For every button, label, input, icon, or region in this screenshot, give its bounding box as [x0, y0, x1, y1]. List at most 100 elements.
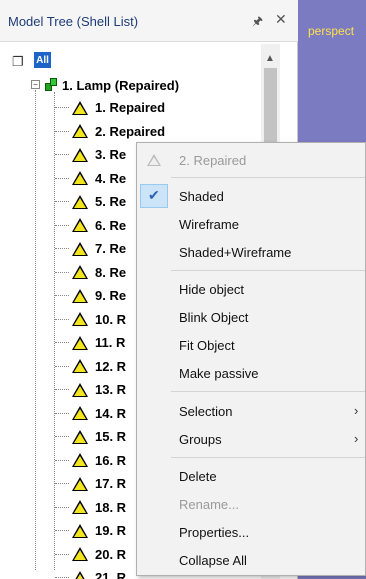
- menu-separator: [171, 177, 365, 178]
- tree-item[interactable]: 17. R: [72, 472, 126, 495]
- tree-item-label: 9. Re: [95, 288, 127, 303]
- tree-item[interactable]: 7. Re: [72, 237, 126, 260]
- menu-item-label: Wireframe: [179, 217, 239, 232]
- tree-connector: [55, 412, 69, 414]
- shell-icon: [72, 335, 88, 350]
- viewport-label: perspect: [308, 24, 355, 38]
- scroll-up-icon[interactable]: ▲: [265, 53, 275, 64]
- tree-item[interactable]: 13. R: [72, 378, 126, 401]
- tree-item[interactable]: 18. R: [72, 496, 126, 519]
- tree-item-label: 2. Repaired: [95, 123, 166, 139]
- tree-item[interactable]: 5. Re: [72, 190, 126, 213]
- shell-icon: [72, 124, 88, 138]
- tree-item[interactable]: 21. R: [72, 566, 126, 579]
- shell-icon: [72, 100, 88, 115]
- menu-item-selection[interactable]: Selection ›: [137, 398, 365, 424]
- menu-separator: [171, 457, 365, 458]
- tree-connector: [55, 577, 69, 578]
- menu-item-hide-object[interactable]: Hide object: [137, 276, 365, 302]
- tree-item[interactable]: 6. Re: [72, 214, 126, 237]
- shell-icon: [72, 523, 88, 538]
- shell-icon: [72, 382, 88, 397]
- tree-item[interactable]: 4. Re: [72, 167, 126, 190]
- menu-item-properties[interactable]: Properties...: [137, 519, 365, 545]
- shell-icon: [72, 547, 88, 561]
- tree-connector: [55, 506, 69, 508]
- tree-item-label: 5. Re: [95, 194, 127, 209]
- tree-item[interactable]: 14. R: [72, 402, 126, 425]
- tree-item[interactable]: 16. R: [72, 449, 126, 472]
- menu-item-collapse-all[interactable]: Collapse All: [137, 547, 365, 573]
- menu-item-fit-object[interactable]: Fit Object: [137, 332, 365, 358]
- shell-icon: [72, 406, 88, 420]
- submenu-arrow-icon: ›: [354, 403, 359, 418]
- tree-item-label: 14. R: [95, 405, 127, 421]
- menu-item-rename: Rename...: [137, 491, 365, 517]
- menu-item-groups[interactable]: Groups ›: [137, 426, 365, 452]
- menu-item-label: Selection: [179, 404, 233, 419]
- tree-item-label: 4. Re: [95, 170, 127, 186]
- menu-item-label: Blink Object: [179, 310, 249, 325]
- tree-item[interactable]: 2. Repaired: [72, 120, 165, 143]
- menu-item-delete[interactable]: Delete: [137, 463, 365, 489]
- shell-icon: [72, 147, 88, 162]
- tree-item[interactable]: 1. Repaired: [72, 96, 165, 119]
- tree-item-label: 7. Re: [95, 241, 127, 256]
- tree-connector: [55, 553, 69, 555]
- tree-item[interactable]: 20. R: [72, 543, 126, 566]
- shell-icon: [72, 288, 88, 303]
- tree-connector: [55, 389, 69, 390]
- tree-item[interactable]: 11. R: [72, 331, 125, 354]
- tree-item[interactable]: 3. Re: [72, 143, 126, 166]
- tree-connector: [55, 342, 69, 343]
- tree-item-label: 17. R: [95, 476, 127, 491]
- tree-item-label: 18. R: [95, 499, 127, 515]
- tree-connector: [55, 130, 69, 132]
- tree-item-label: 12. R: [95, 358, 127, 374]
- tree-item-label: 8. Re: [95, 264, 127, 280]
- menu-item-label: Groups: [179, 432, 222, 447]
- tree-connector: [55, 177, 69, 179]
- tree-item[interactable]: 19. R: [72, 519, 126, 542]
- menu-separator: [171, 391, 365, 392]
- submenu-arrow-icon: ›: [354, 431, 359, 446]
- menu-item-label: Shaded+Wireframe: [179, 245, 292, 260]
- menu-item-label: Rename...: [179, 497, 239, 512]
- tree-item[interactable]: 8. Re: [72, 261, 126, 284]
- menu-item-make-passive[interactable]: Make passive: [137, 360, 365, 386]
- tree-item[interactable]: 15. R: [72, 425, 126, 448]
- tree-item[interactable]: 9. Re: [72, 284, 126, 307]
- menu-item-wireframe[interactable]: Wireframe: [137, 211, 365, 237]
- menu-separator: [171, 270, 365, 271]
- tree-item[interactable]: 10. R: [72, 308, 126, 331]
- tree-item-label: 1. Repaired: [95, 100, 166, 115]
- pin-icon[interactable]: 🖈: [252, 12, 263, 33]
- shell-icon: [147, 154, 161, 166]
- tree-item-label: 13. R: [95, 382, 127, 397]
- context-menu: 2. Repaired ✔ Shaded Wireframe Shaded+Wi…: [136, 142, 366, 576]
- check-icon: ✔: [140, 184, 168, 208]
- tree-connector: [55, 295, 69, 296]
- menu-item-label: Collapse All: [179, 553, 247, 568]
- shell-icon: [72, 218, 88, 232]
- tree-connector: [55, 483, 69, 484]
- menu-item-shaded[interactable]: ✔ Shaded: [137, 183, 365, 209]
- close-icon[interactable]: ✕: [275, 11, 287, 28]
- menu-item-shaded-wireframe[interactable]: Shaded+Wireframe: [137, 239, 365, 265]
- tree-item[interactable]: 12. R: [72, 355, 126, 378]
- tree-connector: [55, 224, 69, 226]
- shell-icon: [72, 265, 88, 279]
- menu-item-blink-object[interactable]: Blink Object: [137, 304, 365, 330]
- shell-icon: [72, 476, 88, 491]
- tree-connector: [55, 318, 69, 320]
- tree-connector: [55, 271, 69, 273]
- menu-item-label: Properties...: [179, 525, 250, 540]
- tree-connector: [55, 436, 69, 437]
- tree-item-label: 11. R: [95, 335, 126, 350]
- tree-connector: [55, 154, 69, 155]
- menu-item-label: Make passive: [179, 366, 259, 381]
- panel-title: Model Tree (Shell List): [8, 14, 139, 29]
- menu-item-label: Delete: [179, 469, 217, 484]
- tree-item-label: 15. R: [95, 429, 127, 444]
- shell-icon: [72, 570, 88, 579]
